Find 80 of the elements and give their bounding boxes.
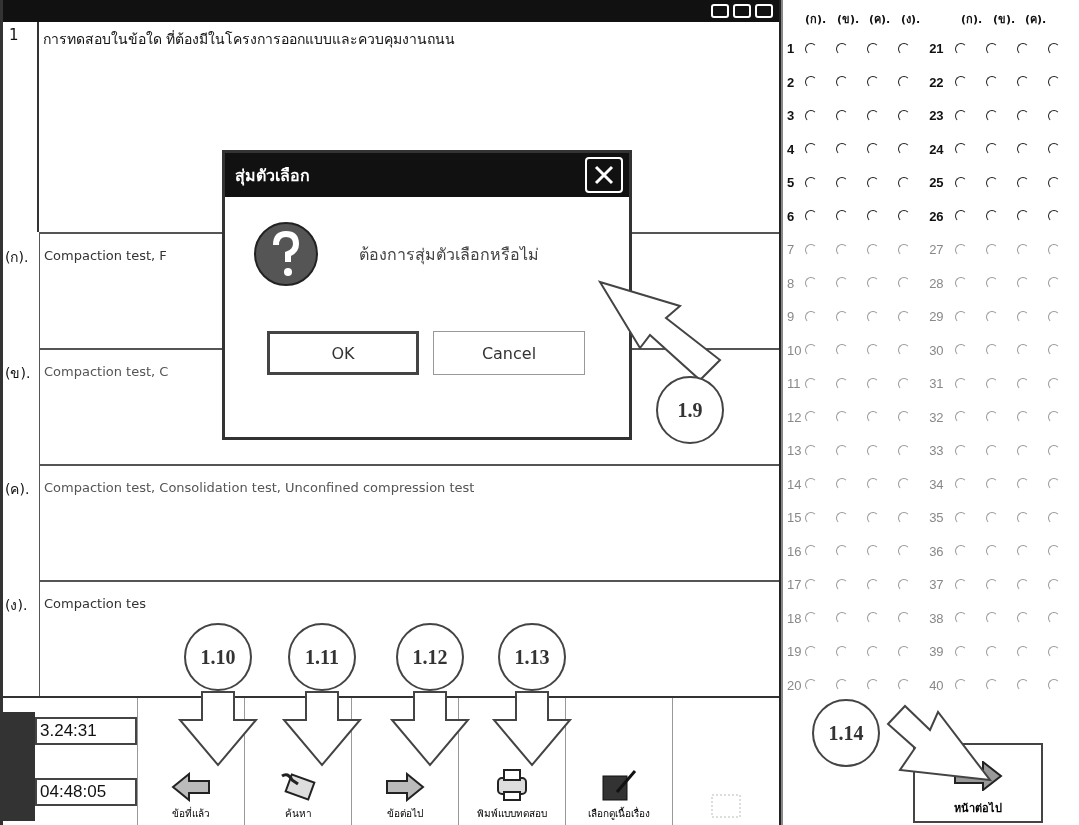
question-number: 11 (787, 376, 802, 392)
close-button[interactable] (585, 157, 623, 193)
question-number: 37 (929, 577, 945, 593)
question-number: 7 (787, 242, 796, 258)
callout-label: 1.9 (656, 376, 724, 444)
question-number: 17 (787, 577, 803, 593)
question-icon (253, 221, 319, 287)
question-number: 12 (787, 409, 803, 425)
cancel-button[interactable]: Cancel (433, 331, 585, 375)
question-number: 2 (787, 74, 796, 90)
callout-label: 1.13 (498, 623, 566, 691)
question-number: 1 (787, 41, 796, 57)
question-number: 24 (929, 141, 945, 157)
faded-icon (708, 791, 744, 821)
column-header: (ค). (1025, 12, 1048, 28)
option-text: Compaction test, C (44, 364, 169, 379)
column-header: (ค). (869, 12, 892, 28)
question-number: 29 (929, 309, 945, 325)
option-text: Compaction tes (44, 596, 146, 611)
question-number: 10 (787, 342, 803, 358)
option-label: (ค). (4, 480, 31, 499)
question-number: 16 (787, 543, 803, 559)
question-number: 18 (787, 610, 803, 626)
option-text: Compaction test, Consolidation test, Unconfined compression test (44, 480, 475, 495)
maximize-button[interactable] (733, 4, 751, 18)
option-box[interactable]: Compaction test, Consolidation test, Unconfined compression test (39, 464, 779, 580)
column-header: (ข). (837, 12, 861, 28)
question-number: 27 (929, 242, 945, 258)
callout-label: 1.14 (812, 699, 880, 767)
question-number: 38 (929, 610, 945, 626)
question-number: 8 (787, 275, 796, 291)
question-number: 13 (787, 443, 803, 459)
right-arrow-icon (385, 772, 425, 802)
question-number: 28 (929, 275, 945, 291)
question-number: 23 (929, 108, 945, 124)
option-label: (ง). (4, 596, 29, 615)
question-text: การทดสอบในข้อใด ที่ต้องมีในโครงการออกแบบและควบคุมงานถนน (43, 31, 456, 47)
question-number: 1 (8, 25, 20, 46)
close-icon (593, 164, 615, 186)
question-number: 21 (929, 41, 945, 57)
dialog-title: สุ่มตัวเลือก (235, 164, 310, 188)
question-number: 31 (929, 376, 945, 392)
timer-display: 3.24:31 (35, 716, 137, 745)
question-number: 22 (929, 74, 945, 90)
question-number: 5 (787, 175, 796, 191)
option-label: (ก). (4, 248, 30, 267)
question-number: 30 (929, 342, 945, 358)
option-text: Compaction test, F (44, 248, 167, 263)
column-header: (ข). (993, 12, 1017, 28)
question-number: 40 (929, 677, 945, 693)
minimize-button[interactable] (711, 4, 729, 18)
question-number: 19 (787, 644, 803, 660)
question-number: 35 (929, 510, 945, 526)
question-number: 3 (787, 108, 796, 124)
question-number: 34 (929, 476, 945, 492)
callout-label: 1.11 (288, 623, 356, 691)
question-number: 14 (787, 476, 803, 492)
question-number: 4 (787, 141, 796, 157)
question-number: 9 (787, 309, 796, 325)
close-button[interactable] (755, 4, 773, 18)
book-pen-icon (599, 768, 639, 802)
dialog-message: ต้องการสุ่มตัวเลือกหรือไม่ (359, 243, 539, 267)
question-number: 32 (929, 409, 945, 425)
column-header: (ก). (961, 12, 984, 28)
callout-label: 1.10 (184, 623, 252, 691)
option-label: (ข). (4, 364, 32, 383)
question-number: 20 (787, 677, 803, 693)
question-number: 39 (929, 644, 945, 660)
ok-button[interactable]: OK (267, 331, 419, 375)
column-header: (ง). (901, 12, 922, 28)
question-number: 36 (929, 543, 945, 559)
column-header: (ก). (805, 12, 828, 28)
question-number: 26 (929, 208, 945, 224)
timer-display: 04:48:05 (35, 778, 137, 807)
question-number: 15 (787, 510, 803, 526)
callout-label: 1.12 (396, 623, 464, 691)
question-number: 6 (787, 208, 796, 224)
left-arrow-icon (171, 772, 211, 802)
question-number: 25 (929, 175, 945, 191)
question-number: 33 (929, 443, 945, 459)
